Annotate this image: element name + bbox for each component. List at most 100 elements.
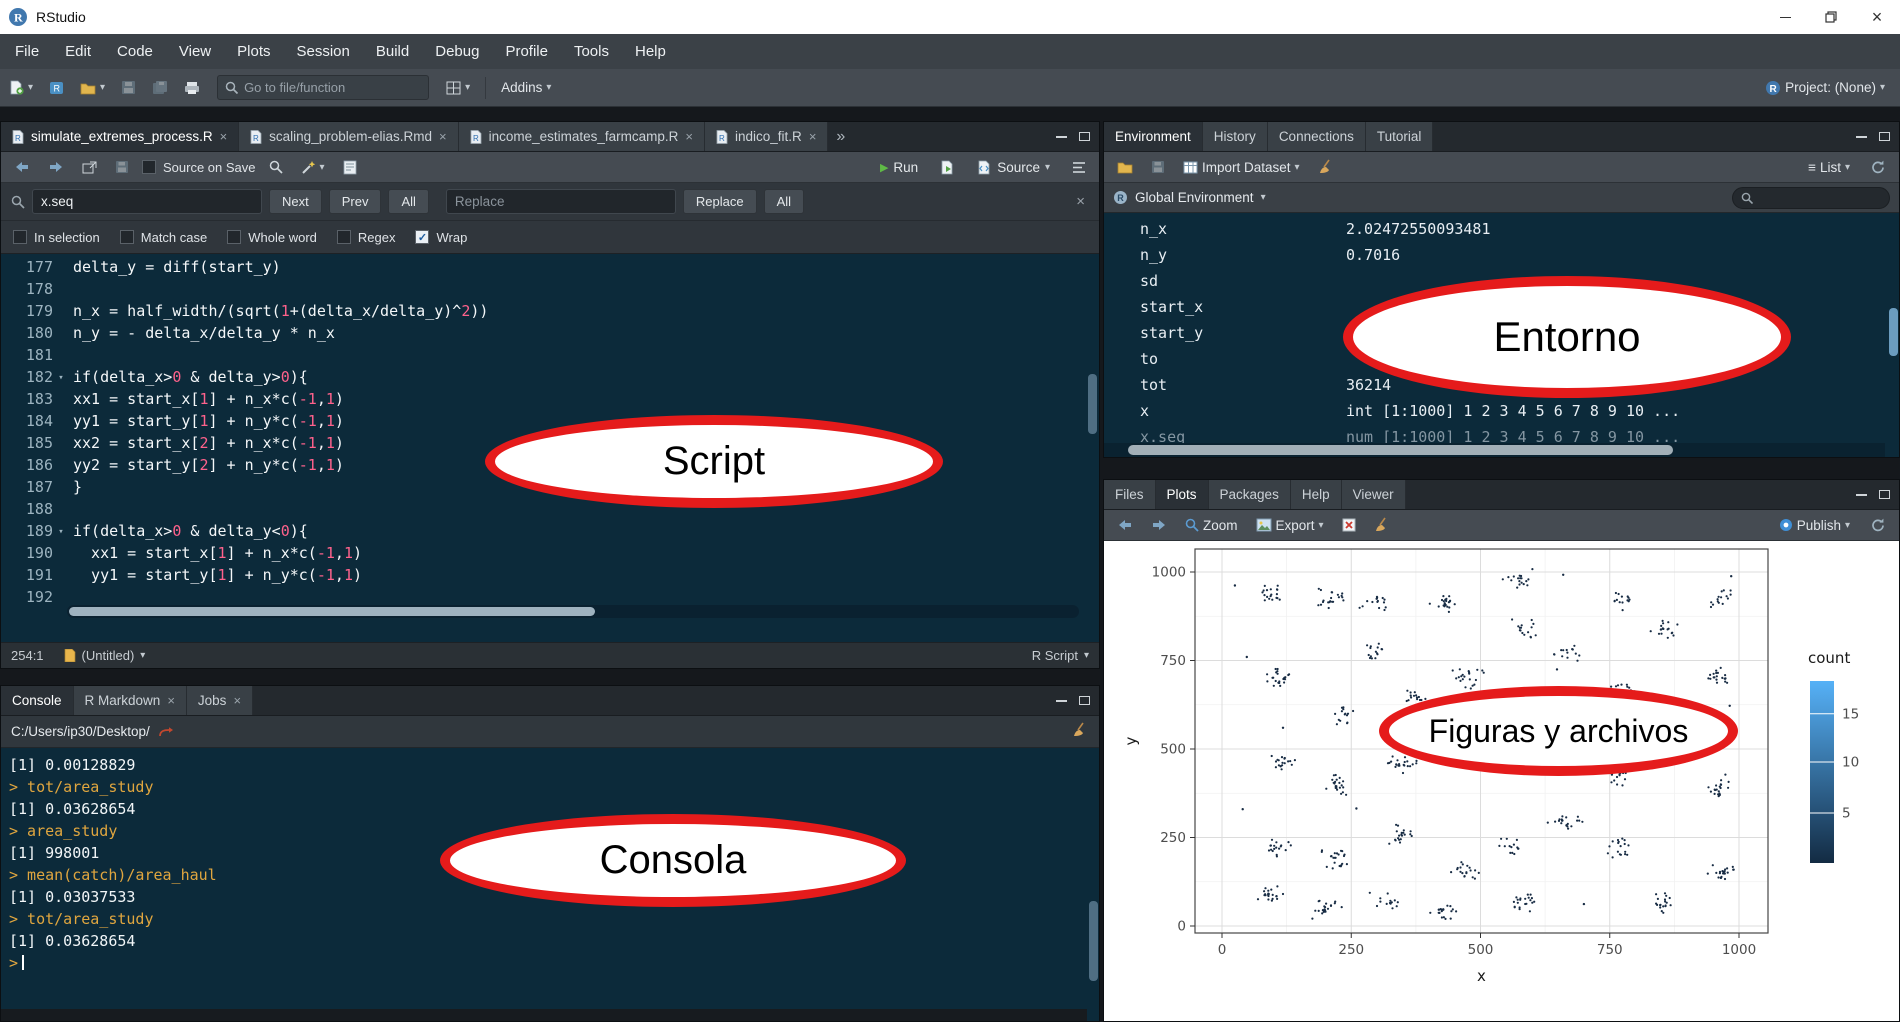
- export-plot-button[interactable]: Export ▾: [1251, 514, 1329, 537]
- window-minimize-button[interactable]: [1762, 0, 1808, 34]
- find-option-regex[interactable]: Regex: [337, 230, 396, 245]
- environment-h-scrollbar[interactable]: [1104, 443, 1885, 457]
- cursor-position[interactable]: 254:1: [11, 648, 44, 663]
- environment-variable-row[interactable]: n_y0.7016: [1104, 242, 1899, 268]
- console-h-scrollbar[interactable]: [1, 1009, 1087, 1021]
- next-plot-button[interactable]: [1146, 515, 1172, 535]
- publish-button[interactable]: Publish ▾: [1774, 514, 1855, 537]
- save-all-button[interactable]: [147, 76, 173, 99]
- back-button[interactable]: [9, 157, 35, 177]
- environment-tab-environment[interactable]: Environment: [1104, 122, 1203, 151]
- checkbox[interactable]: [227, 230, 241, 244]
- pane-maximize-button[interactable]: [1079, 696, 1090, 705]
- find-option-wrap[interactable]: ✓Wrap: [415, 230, 467, 245]
- find-next-button[interactable]: Next: [269, 189, 322, 214]
- code-tools-button[interactable]: ▾: [296, 156, 330, 179]
- window-restore-button[interactable]: [1808, 0, 1854, 34]
- find-prev-button[interactable]: Prev: [329, 189, 382, 214]
- plots-tab-packages[interactable]: Packages: [1209, 480, 1291, 509]
- menu-item-profile[interactable]: Profile: [492, 34, 561, 69]
- environment-tab-history[interactable]: History: [1203, 122, 1268, 151]
- tab-close-icon[interactable]: ×: [685, 129, 693, 144]
- new-project-button[interactable]: R: [44, 76, 69, 99]
- editor-v-scrollbar[interactable]: [1088, 374, 1097, 434]
- scope-selector[interactable]: Global Environment: [1135, 190, 1254, 205]
- run-button[interactable]: ▶ Run: [873, 157, 925, 178]
- console-v-scrollbar[interactable]: [1089, 901, 1098, 981]
- print-button[interactable]: [179, 77, 205, 99]
- menu-item-session[interactable]: Session: [284, 34, 363, 69]
- source-button[interactable]: Source ▾: [970, 157, 1057, 178]
- environment-search-input[interactable]: [1759, 191, 1869, 205]
- goto-file-search[interactable]: [217, 75, 429, 100]
- remove-plot-button[interactable]: [1337, 514, 1361, 536]
- scrollbar-thumb[interactable]: [1128, 445, 1673, 455]
- source-tab-simulate-extremes-process-r[interactable]: Rsimulate_extremes_process.R×: [1, 122, 239, 151]
- scrollbar-thumb[interactable]: [69, 607, 595, 616]
- document-type-selector[interactable]: R Script ▾: [1032, 648, 1089, 663]
- refresh-plot-button[interactable]: [1865, 513, 1891, 537]
- find-option-in-selection[interactable]: In selection: [13, 230, 100, 245]
- load-workspace-button[interactable]: [1112, 156, 1138, 178]
- menu-item-build[interactable]: Build: [363, 34, 422, 69]
- find-all-button[interactable]: All: [388, 189, 428, 214]
- open-file-button[interactable]: ▾: [75, 77, 110, 99]
- clear-plots-broom-icon[interactable]: [1369, 513, 1396, 537]
- tab-close-icon[interactable]: ×: [809, 129, 817, 144]
- window-close-button[interactable]: ×: [1854, 0, 1900, 34]
- compile-report-button[interactable]: [338, 156, 362, 179]
- plots-tab-plots[interactable]: Plots: [1156, 480, 1209, 509]
- environment-search-box[interactable]: [1732, 187, 1890, 209]
- pane-maximize-button[interactable]: [1879, 132, 1890, 141]
- zoom-plot-button[interactable]: Zoom: [1180, 514, 1243, 537]
- refresh-environment-button[interactable]: [1865, 155, 1891, 179]
- working-directory[interactable]: C:/Users/ip30/Desktop/: [11, 724, 150, 739]
- menu-item-code[interactable]: Code: [104, 34, 166, 69]
- menu-item-tools[interactable]: Tools: [561, 34, 622, 69]
- find-option-whole-word[interactable]: Whole word: [227, 230, 317, 245]
- document-outline-button[interactable]: [1067, 157, 1091, 178]
- popout-button[interactable]: [77, 157, 102, 178]
- import-dataset-button[interactable]: Import Dataset ▾: [1178, 156, 1305, 179]
- source-tab-indico-fit-r[interactable]: Rindico_fit.R×: [705, 122, 828, 151]
- replace-input[interactable]: [446, 189, 676, 214]
- console-tab-jobs[interactable]: Jobs×: [187, 686, 253, 715]
- menu-item-plots[interactable]: Plots: [224, 34, 283, 69]
- menu-item-file[interactable]: File: [2, 34, 52, 69]
- plots-tab-help[interactable]: Help: [1291, 480, 1342, 509]
- document-selector[interactable]: (Untitled) ▾: [64, 648, 146, 663]
- tab-close-icon[interactable]: ×: [233, 693, 241, 708]
- console-tab-console[interactable]: Console: [1, 686, 74, 715]
- source-on-save-option[interactable]: Source on Save: [142, 160, 256, 175]
- environment-v-scrollbar[interactable]: [1889, 308, 1898, 356]
- pane-maximize-button[interactable]: [1879, 490, 1890, 499]
- previous-plot-button[interactable]: [1112, 515, 1138, 535]
- replace-all-button[interactable]: All: [764, 189, 804, 214]
- plots-tab-viewer[interactable]: Viewer: [1342, 480, 1406, 509]
- new-file-button[interactable]: ▾: [4, 76, 38, 99]
- source-on-save-checkbox[interactable]: [142, 160, 156, 174]
- find-replace-button[interactable]: [264, 156, 288, 178]
- find-close-button[interactable]: ×: [1076, 193, 1089, 210]
- project-selector[interactable]: R Project: (None) ▾: [1760, 76, 1890, 100]
- forward-button[interactable]: [43, 157, 69, 177]
- goto-directory-icon[interactable]: [158, 726, 174, 738]
- pane-minimize-button[interactable]: [1056, 700, 1067, 702]
- tab-overflow-button[interactable]: »: [828, 122, 853, 151]
- find-option-match-case[interactable]: Match case: [120, 230, 207, 245]
- environment-variable-row[interactable]: xint [1:1000] 1 2 3 4 5 6 7 8 9 10 ...: [1104, 398, 1899, 424]
- checkbox[interactable]: [13, 230, 27, 244]
- plots-tab-files[interactable]: Files: [1104, 480, 1156, 509]
- save-workspace-button[interactable]: [1146, 156, 1170, 178]
- source-tab-income-estimates-farmcamp-r[interactable]: Rincome_estimates_farmcamp.R×: [459, 122, 705, 151]
- replace-button[interactable]: Replace: [683, 189, 757, 214]
- list-view-selector[interactable]: ≡ List ▾: [1803, 156, 1855, 179]
- tab-close-icon[interactable]: ×: [220, 129, 228, 144]
- addins-button[interactable]: Addins ▾: [496, 76, 556, 99]
- clear-environment-broom-icon[interactable]: [1313, 155, 1340, 179]
- checkbox[interactable]: [337, 230, 351, 244]
- checkbox[interactable]: ✓: [415, 230, 429, 244]
- environment-tab-connections[interactable]: Connections: [1268, 122, 1366, 151]
- pane-minimize-button[interactable]: [1056, 136, 1067, 138]
- pane-minimize-button[interactable]: [1856, 494, 1867, 496]
